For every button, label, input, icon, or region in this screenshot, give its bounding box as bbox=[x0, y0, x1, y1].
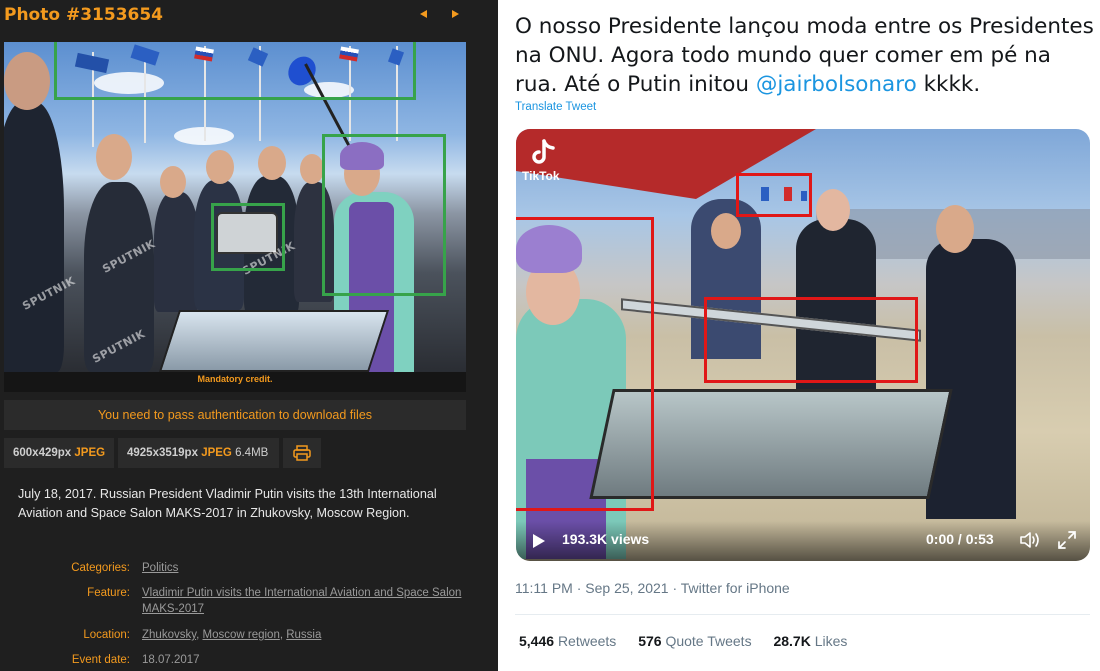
photo-archive-panel: Photo #3153654 SPUTNIK SPUTNIK SPUTNIK S… bbox=[0, 0, 498, 671]
divider bbox=[515, 614, 1090, 615]
feature-link[interactable]: Vladimir Putin visits the International … bbox=[142, 587, 461, 615]
tweet-text: O nosso Presidente lançou moda entre os … bbox=[515, 14, 1094, 97]
tweet-panel: O nosso Presidente lançou moda entre os … bbox=[498, 0, 1100, 671]
mention-link[interactable]: @jairbolsonaro bbox=[756, 72, 917, 97]
event-date-value: 18.07.2017 bbox=[142, 654, 200, 666]
previous-photo-icon[interactable] bbox=[417, 7, 431, 21]
worker-highlight-box bbox=[516, 217, 654, 511]
counter-canopy-highlight-box bbox=[704, 297, 918, 383]
location-link-country[interactable]: Russia bbox=[286, 629, 321, 641]
volume-icon[interactable] bbox=[1019, 530, 1041, 550]
likes-stat[interactable]: 28.7K Likes bbox=[773, 633, 847, 649]
video-time: 0:00 / 0:53 bbox=[926, 531, 994, 547]
print-button[interactable] bbox=[283, 438, 321, 468]
photo-header: Photo #3153654 bbox=[0, 0, 498, 30]
photo-caption: July 18, 2017. Russian President Vladimi… bbox=[18, 487, 437, 520]
authentication-notice[interactable]: You need to pass authentication to downl… bbox=[4, 400, 466, 430]
tweet-timestamp[interactable]: 11:11 PM · Sep 25, 2021 · Twitter for iP… bbox=[515, 580, 790, 596]
tiktok-watermark: TikTok bbox=[522, 139, 582, 183]
play-icon[interactable] bbox=[532, 533, 546, 549]
mandatory-credit: Mandatory credit. bbox=[197, 374, 273, 384]
location-link-region[interactable]: Moscow region bbox=[203, 629, 280, 641]
photo-frame: SPUTNIK SPUTNIK SPUTNIK SPUTNIK Mandator… bbox=[4, 42, 466, 392]
fullscreen-icon[interactable] bbox=[1057, 530, 1077, 550]
retweets-stat[interactable]: 5,446 Retweets bbox=[519, 633, 616, 649]
flags-highlight-box bbox=[54, 42, 416, 100]
location-link-city[interactable]: Zhukovsky bbox=[142, 629, 196, 641]
tweet-stats: 5,446 Retweets 576 Quote Tweets 28.7K Li… bbox=[519, 633, 865, 649]
photo-title: Photo #3153654 bbox=[4, 5, 164, 25]
worker-highlight-box bbox=[322, 134, 446, 296]
print-icon bbox=[293, 445, 311, 461]
tiktok-logo-icon bbox=[532, 139, 555, 164]
flags-highlight-box bbox=[736, 173, 812, 217]
video-player[interactable]: TikTok 193.3K views 0:00 / 0:53 bbox=[516, 129, 1090, 561]
news-photo[interactable]: SPUTNIK SPUTNIK SPUTNIK SPUTNIK bbox=[4, 42, 466, 372]
category-link[interactable]: Politics bbox=[142, 562, 178, 574]
next-photo-icon[interactable] bbox=[448, 7, 462, 21]
ice-cream-counter bbox=[158, 310, 390, 372]
download-large-button[interactable]: 4925x3519px JPEG 6.4MB bbox=[118, 438, 279, 468]
view-count: 193.3K views bbox=[562, 531, 650, 547]
translate-tweet-link[interactable]: Translate Tweet bbox=[515, 101, 596, 113]
download-small-button[interactable]: 600x429px JPEG bbox=[4, 438, 114, 468]
quote-tweets-stat[interactable]: 576 Quote Tweets bbox=[638, 633, 751, 649]
counter-canopy-highlight-box bbox=[211, 203, 285, 271]
video-controls: 193.3K views 0:00 / 0:53 bbox=[516, 521, 1090, 561]
